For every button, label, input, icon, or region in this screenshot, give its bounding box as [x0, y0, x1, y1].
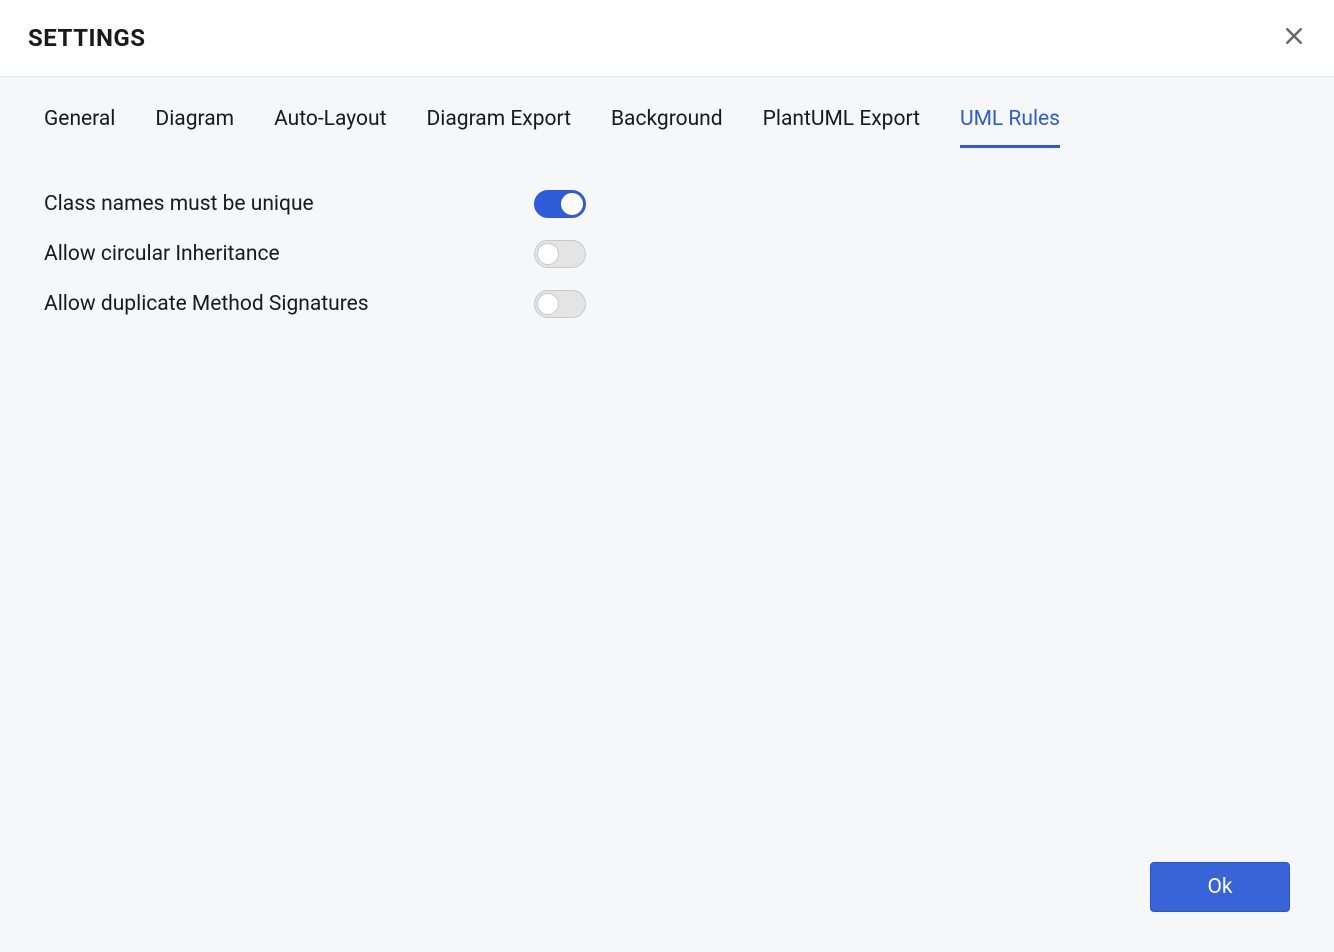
tabs-bar: General Diagram Auto-Layout Diagram Expo…: [44, 77, 1290, 148]
toggle-unique-class-names[interactable]: [534, 190, 586, 218]
toggle-allow-circular-inheritance[interactable]: [534, 240, 586, 268]
dialog-header: SETTINGS: [0, 0, 1334, 77]
toggle-allow-duplicate-method-signatures[interactable]: [534, 290, 586, 318]
setting-label: Allow circular Inheritance: [44, 242, 534, 266]
settings-list: Class names must be unique Allow circula…: [44, 190, 1290, 318]
toggle-knob: [537, 293, 559, 315]
settings-dialog: SETTINGS General Diagram Auto-Layout Dia…: [0, 0, 1334, 952]
tab-general[interactable]: General: [44, 107, 115, 148]
setting-allow-duplicate-method-signatures: Allow duplicate Method Signatures: [44, 290, 1290, 318]
close-icon: [1285, 27, 1303, 49]
tab-diagram[interactable]: Diagram: [155, 107, 234, 148]
dialog-title: SETTINGS: [28, 24, 146, 52]
ok-button[interactable]: Ok: [1150, 862, 1290, 912]
tab-background[interactable]: Background: [611, 107, 723, 148]
tab-auto-layout[interactable]: Auto-Layout: [274, 107, 386, 148]
dialog-content: General Diagram Auto-Layout Diagram Expo…: [0, 77, 1334, 952]
setting-allow-circular-inheritance: Allow circular Inheritance: [44, 240, 1290, 268]
close-button[interactable]: [1282, 26, 1306, 50]
tab-diagram-export[interactable]: Diagram Export: [426, 107, 570, 148]
toggle-knob: [561, 193, 583, 215]
tab-plantuml-export[interactable]: PlantUML Export: [763, 107, 920, 148]
setting-unique-class-names: Class names must be unique: [44, 190, 1290, 218]
setting-label: Class names must be unique: [44, 192, 534, 216]
setting-label: Allow duplicate Method Signatures: [44, 292, 534, 316]
dialog-footer: Ok: [1150, 862, 1290, 912]
toggle-knob: [537, 243, 559, 265]
tab-uml-rules[interactable]: UML Rules: [960, 107, 1060, 148]
